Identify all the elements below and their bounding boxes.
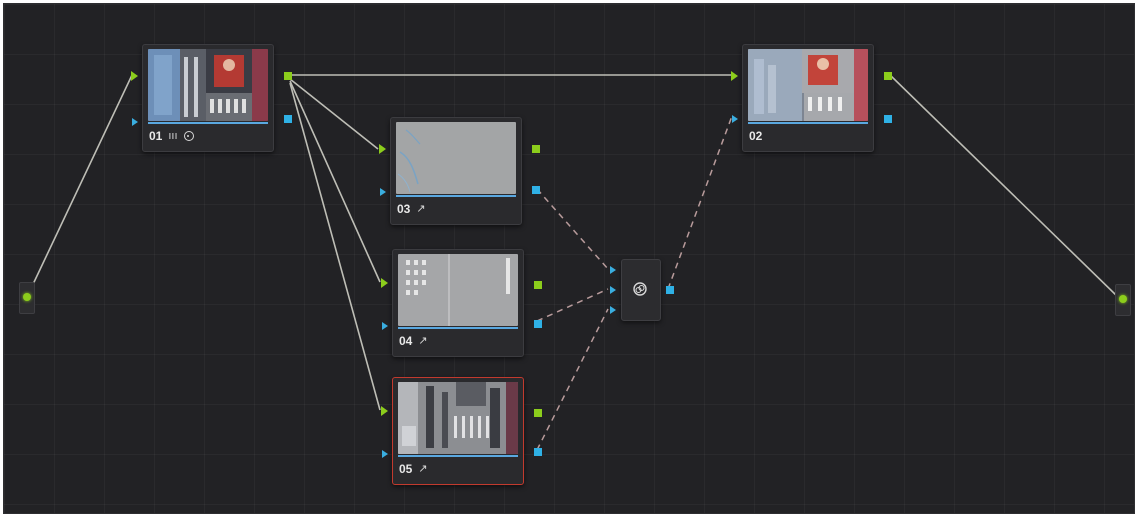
node-02-progress-bar bbox=[748, 122, 868, 124]
node-05-key-output[interactable] bbox=[534, 448, 542, 456]
node-05[interactable]: 05 ↗ bbox=[381, 377, 542, 485]
node-04-thumbnail bbox=[398, 254, 518, 326]
node-02-label-row: 02 bbox=[749, 128, 762, 144]
node-05-thumbnail-image bbox=[398, 382, 518, 454]
node-05-rgb-input[interactable] bbox=[381, 406, 388, 416]
circle-target-icon bbox=[183, 131, 194, 141]
node-05-progress-bar bbox=[398, 455, 518, 457]
node-05-number: 05 bbox=[399, 462, 413, 476]
node-03-rgb-output[interactable] bbox=[532, 145, 540, 153]
node-04-number: 04 bbox=[399, 334, 413, 348]
node-03-thumbnail bbox=[396, 122, 516, 194]
link-01-to-03 bbox=[289, 78, 379, 150]
key-mixer-input-2[interactable] bbox=[610, 286, 616, 294]
node-02-rgb-input[interactable] bbox=[731, 71, 738, 81]
node-04[interactable]: 04 ↗ bbox=[381, 249, 542, 357]
node-05-key-input[interactable] bbox=[382, 450, 388, 458]
link-01-to-05 bbox=[289, 82, 381, 411]
node-02[interactable]: 02 bbox=[731, 44, 892, 152]
node-01-progress-bar bbox=[148, 122, 268, 124]
key-link-mixer-to-02 bbox=[667, 115, 733, 290]
key-mixer-input-1[interactable] bbox=[610, 266, 616, 274]
key-mixer-node[interactable] bbox=[610, 259, 674, 321]
node-graph-canvas[interactable]: 01 ııı 02 03 ↗ 04 ↗ 05 ↗ bbox=[3, 3, 1135, 514]
node-01[interactable]: 01 ııı bbox=[131, 44, 292, 152]
key-mixer-icon bbox=[633, 282, 647, 296]
node-02-key-input[interactable] bbox=[732, 115, 738, 123]
node-04-thumbnail-image bbox=[398, 254, 518, 326]
node-04-rgb-output[interactable] bbox=[534, 281, 542, 289]
node-01-thumbnail bbox=[148, 49, 268, 121]
node-02-key-output[interactable] bbox=[884, 115, 892, 123]
node-02-thumbnail bbox=[748, 49, 868, 121]
node-03-label-row: 03 ↗ bbox=[397, 201, 426, 217]
node-02-rgb-output[interactable] bbox=[884, 72, 892, 80]
key-mixer-output[interactable] bbox=[666, 286, 674, 294]
node-03-key-output[interactable] bbox=[532, 186, 540, 194]
node-05-rgb-output[interactable] bbox=[534, 409, 542, 417]
node-01-rgb-input[interactable] bbox=[131, 71, 138, 81]
tree-output-node[interactable] bbox=[1115, 284, 1131, 316]
node-01-rgb-output[interactable] bbox=[284, 72, 292, 80]
tree-output-port[interactable] bbox=[1119, 295, 1127, 303]
wand-icon: ↗ bbox=[416, 203, 426, 215]
node-04-label-row: 04 ↗ bbox=[399, 333, 428, 349]
node-02-number: 02 bbox=[749, 129, 763, 143]
node-02-thumbnail-image bbox=[748, 49, 868, 121]
node-01-key-output[interactable] bbox=[284, 115, 292, 123]
source-input-node[interactable] bbox=[19, 282, 35, 314]
node-05-label-row: 05 ↗ bbox=[399, 461, 428, 477]
key-link-04-to-mixer bbox=[536, 288, 609, 322]
wand-icon: ↗ bbox=[418, 463, 428, 475]
node-03-progress-bar bbox=[396, 195, 516, 197]
key-mixer-input-3[interactable] bbox=[610, 306, 616, 314]
node-03-key-input[interactable] bbox=[380, 188, 386, 196]
source-output-port[interactable] bbox=[23, 293, 31, 301]
node-05-thumbnail bbox=[398, 382, 518, 454]
node-03-thumbnail-image bbox=[396, 122, 516, 194]
node-01-key-input[interactable] bbox=[132, 118, 138, 126]
node-01-label-row: 01 ııı bbox=[149, 128, 194, 144]
node-03-rgb-input[interactable] bbox=[379, 144, 386, 154]
node-01-thumbnail-image bbox=[148, 49, 268, 121]
node-03[interactable]: 03 ↗ bbox=[379, 117, 540, 225]
link-01-to-04 bbox=[289, 80, 381, 283]
link-source-to-01 bbox=[26, 74, 133, 298]
bars-icon: ııı bbox=[168, 130, 178, 142]
key-link-03-to-mixer bbox=[536, 188, 609, 270]
node-04-key-output[interactable] bbox=[534, 320, 542, 328]
node-04-rgb-input[interactable] bbox=[381, 278, 388, 288]
node-01-number: 01 bbox=[149, 129, 163, 143]
node-04-progress-bar bbox=[398, 327, 518, 329]
wand-icon: ↗ bbox=[418, 335, 428, 347]
node-03-number: 03 bbox=[397, 202, 411, 216]
node-04-key-input[interactable] bbox=[382, 322, 388, 330]
link-02-to-output bbox=[889, 74, 1119, 298]
key-link-05-to-mixer bbox=[536, 308, 609, 451]
